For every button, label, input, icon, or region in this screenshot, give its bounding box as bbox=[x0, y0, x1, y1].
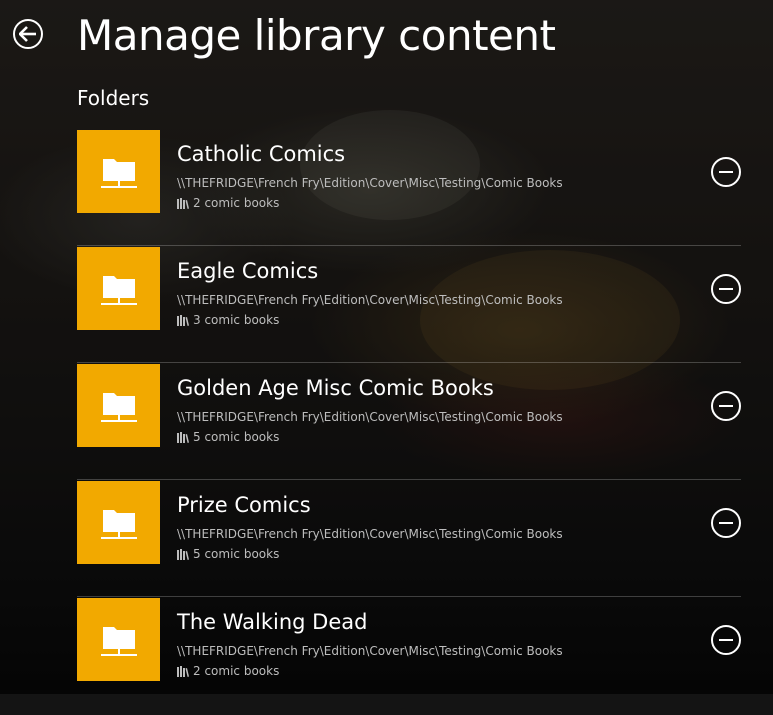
library-icon bbox=[177, 314, 189, 326]
comic-count: 3 comic books bbox=[177, 312, 279, 328]
folder-row[interactable]: Golden Age Misc Comic Books \\THEFRIDGE\… bbox=[77, 364, 741, 480]
comic-count-label: 2 comic books bbox=[193, 196, 280, 210]
folder-name: The Walking Dead bbox=[177, 610, 368, 634]
folder-list: Catholic Comics \\THEFRIDGE\French Fry\E… bbox=[77, 130, 741, 715]
folder-name: Prize Comics bbox=[177, 493, 311, 517]
network-folder-icon bbox=[77, 481, 160, 564]
network-folder-icon bbox=[77, 130, 160, 213]
section-heading-folders: Folders bbox=[77, 86, 150, 110]
remove-folder-button[interactable] bbox=[711, 157, 741, 187]
comic-count: 5 comic books bbox=[177, 546, 279, 562]
comic-count-label: 5 comic books bbox=[193, 430, 280, 444]
folder-name: Catholic Comics bbox=[177, 142, 346, 166]
comic-count-label: 5 comic books bbox=[193, 547, 280, 561]
library-icon bbox=[177, 548, 189, 560]
comic-count-label: 2 comic books bbox=[193, 664, 280, 678]
remove-circle-icon bbox=[719, 522, 733, 524]
folder-path: \\THEFRIDGE\French Fry\Edition\Cover\Mis… bbox=[177, 293, 563, 307]
folder-path: \\THEFRIDGE\French Fry\Edition\Cover\Mis… bbox=[177, 410, 563, 424]
library-icon bbox=[177, 431, 189, 443]
library-icon bbox=[177, 665, 189, 677]
folder-row[interactable]: Prize Comics \\THEFRIDGE\French Fry\Edit… bbox=[77, 481, 741, 597]
remove-circle-icon bbox=[719, 288, 733, 290]
comic-count: 2 comic books bbox=[177, 663, 279, 679]
folder-row[interactable]: Catholic Comics \\THEFRIDGE\French Fry\E… bbox=[77, 130, 741, 246]
folder-row[interactable]: The Walking Dead \\THEFRIDGE\French Fry\… bbox=[77, 598, 741, 714]
comic-count: 2 comic books bbox=[177, 195, 279, 211]
folder-name: Golden Age Misc Comic Books bbox=[177, 376, 494, 400]
network-folder-icon bbox=[77, 598, 160, 681]
back-button[interactable] bbox=[13, 19, 43, 49]
folder-path: \\THEFRIDGE\French Fry\Edition\Cover\Mis… bbox=[177, 176, 563, 190]
comic-count: 5 comic books bbox=[177, 429, 279, 445]
network-folder-icon bbox=[77, 247, 160, 330]
remove-circle-icon bbox=[719, 639, 733, 641]
remove-circle-icon bbox=[719, 405, 733, 407]
network-folder-icon bbox=[77, 364, 160, 447]
library-icon bbox=[177, 197, 189, 209]
folder-path: \\THEFRIDGE\French Fry\Edition\Cover\Mis… bbox=[177, 644, 563, 658]
comic-count-label: 3 comic books bbox=[193, 313, 280, 327]
remove-folder-button[interactable] bbox=[711, 625, 741, 655]
remove-folder-button[interactable] bbox=[711, 508, 741, 538]
folder-row[interactable]: Eagle Comics \\THEFRIDGE\French Fry\Edit… bbox=[77, 247, 741, 363]
page-title: Manage library content bbox=[77, 11, 556, 60]
folder-name: Eagle Comics bbox=[177, 259, 319, 283]
arrow-left-icon bbox=[19, 26, 36, 42]
folder-path: \\THEFRIDGE\French Fry\Edition\Cover\Mis… bbox=[177, 527, 563, 541]
remove-folder-button[interactable] bbox=[711, 391, 741, 421]
remove-circle-icon bbox=[719, 171, 733, 173]
remove-folder-button[interactable] bbox=[711, 274, 741, 304]
